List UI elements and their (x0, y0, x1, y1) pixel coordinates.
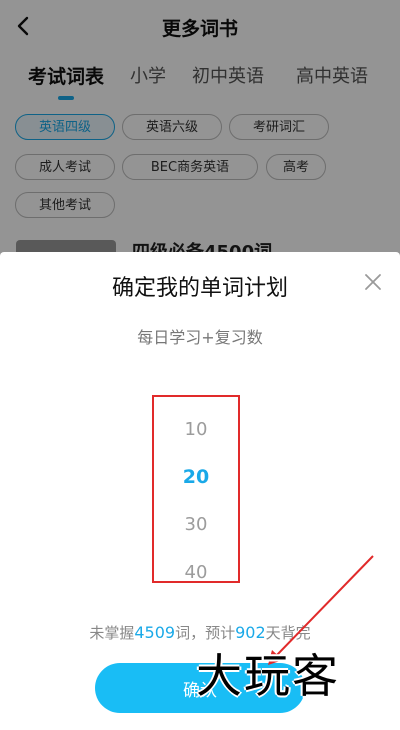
picker-option[interactable]: 40 (154, 562, 238, 583)
picker-option[interactable]: 10 (154, 419, 238, 440)
daily-count-picker[interactable]: 10 20 30 40 (152, 395, 240, 583)
picker-option-selected[interactable]: 20 (154, 466, 238, 488)
unmastered-count: 4509 (134, 623, 176, 642)
picker-option[interactable]: 30 (154, 514, 238, 535)
sheet-title: 确定我的单词计划 (111, 276, 288, 301)
sheet-subtitle: 每日学习+复习数 (137, 328, 263, 347)
watermark: 大玩客 (196, 649, 340, 703)
summary-prefix: 未掌握 (89, 624, 135, 642)
close-icon[interactable] (361, 270, 385, 294)
